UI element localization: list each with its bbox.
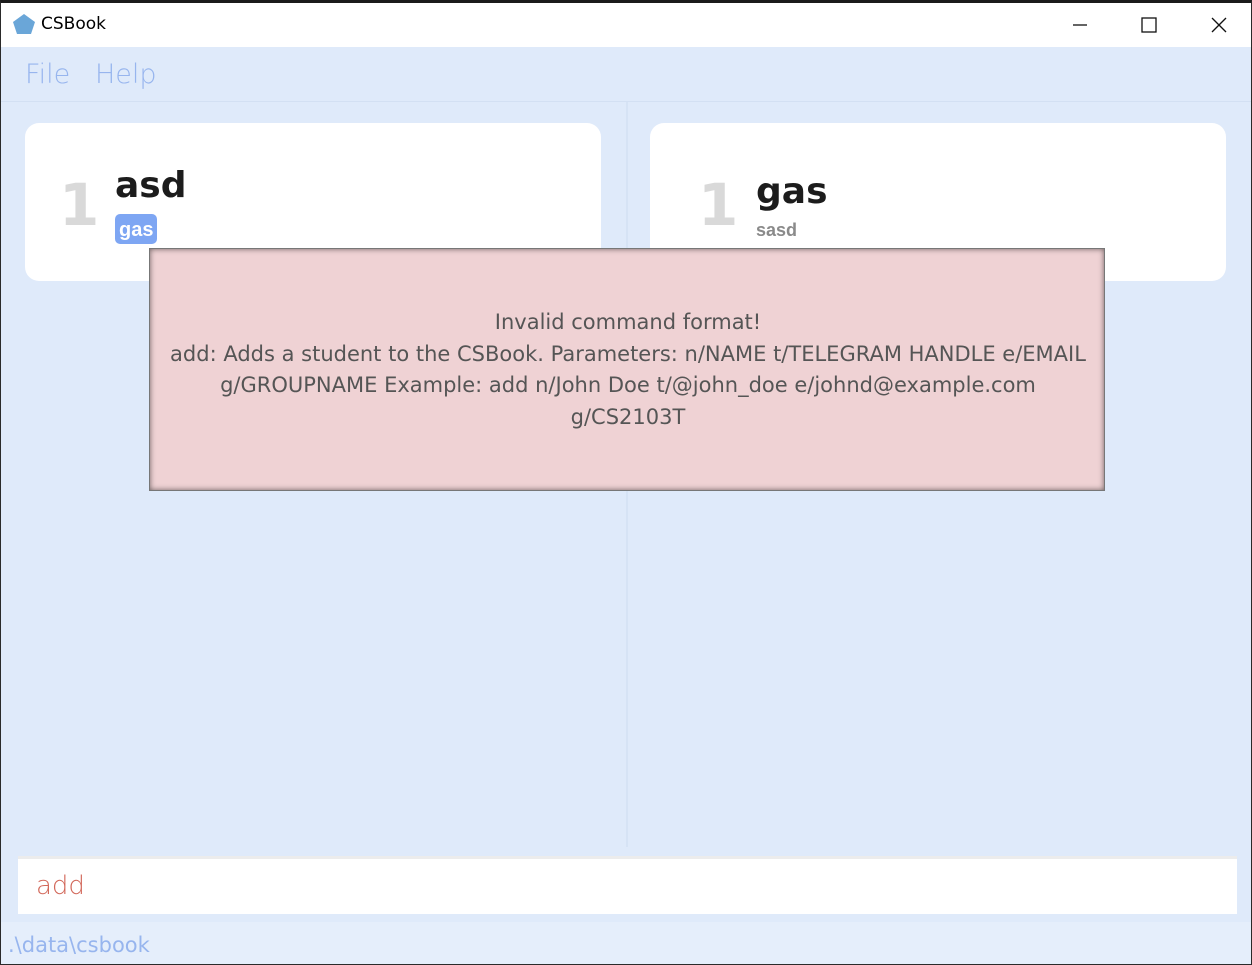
menu-file[interactable]: File [25,59,70,90]
error-usage-line: add: Adds a student to the CSBook. Param… [170,341,1086,366]
close-button[interactable] [1184,3,1251,47]
minimize-icon [1073,24,1087,26]
student-card-name: asd [115,165,187,206]
group-card-name: gas [756,171,828,212]
error-usage-line: g/GROUPNAME Example: add n/John Doe t/@j… [220,373,1036,397]
app-window: CSBook File Help 1 asd gas 1 gas sasd In… [0,0,1252,965]
close-icon [1211,17,1227,33]
error-usage-line: g/CS2103T [570,404,686,429]
command-area [1,847,1251,920]
minimize-button[interactable] [1045,3,1115,47]
status-bar: .\data\csbook [1,922,1251,964]
command-input[interactable] [36,868,1216,904]
error-title: Invalid command format! [494,310,762,334]
title-bar: CSBook [1,3,1251,47]
pentagon-app-icon [13,14,35,34]
student-card-index: 1 [59,171,100,239]
menu-help[interactable]: Help [95,59,157,90]
save-location-path: .\data\csbook [8,933,150,957]
menu-bar: File Help [1,47,1251,102]
window-title: CSBook [41,14,106,34]
maximize-button[interactable] [1114,3,1184,47]
maximize-icon [1141,17,1157,33]
student-group-tag: gas [115,214,158,244]
group-card-index: 1 [698,171,739,239]
error-message: Invalid command format! add: Adds a stud… [150,307,1106,433]
group-card-member: sasd [756,220,798,240]
command-box[interactable] [18,856,1237,914]
error-popup: Invalid command format! add: Adds a stud… [149,248,1105,491]
